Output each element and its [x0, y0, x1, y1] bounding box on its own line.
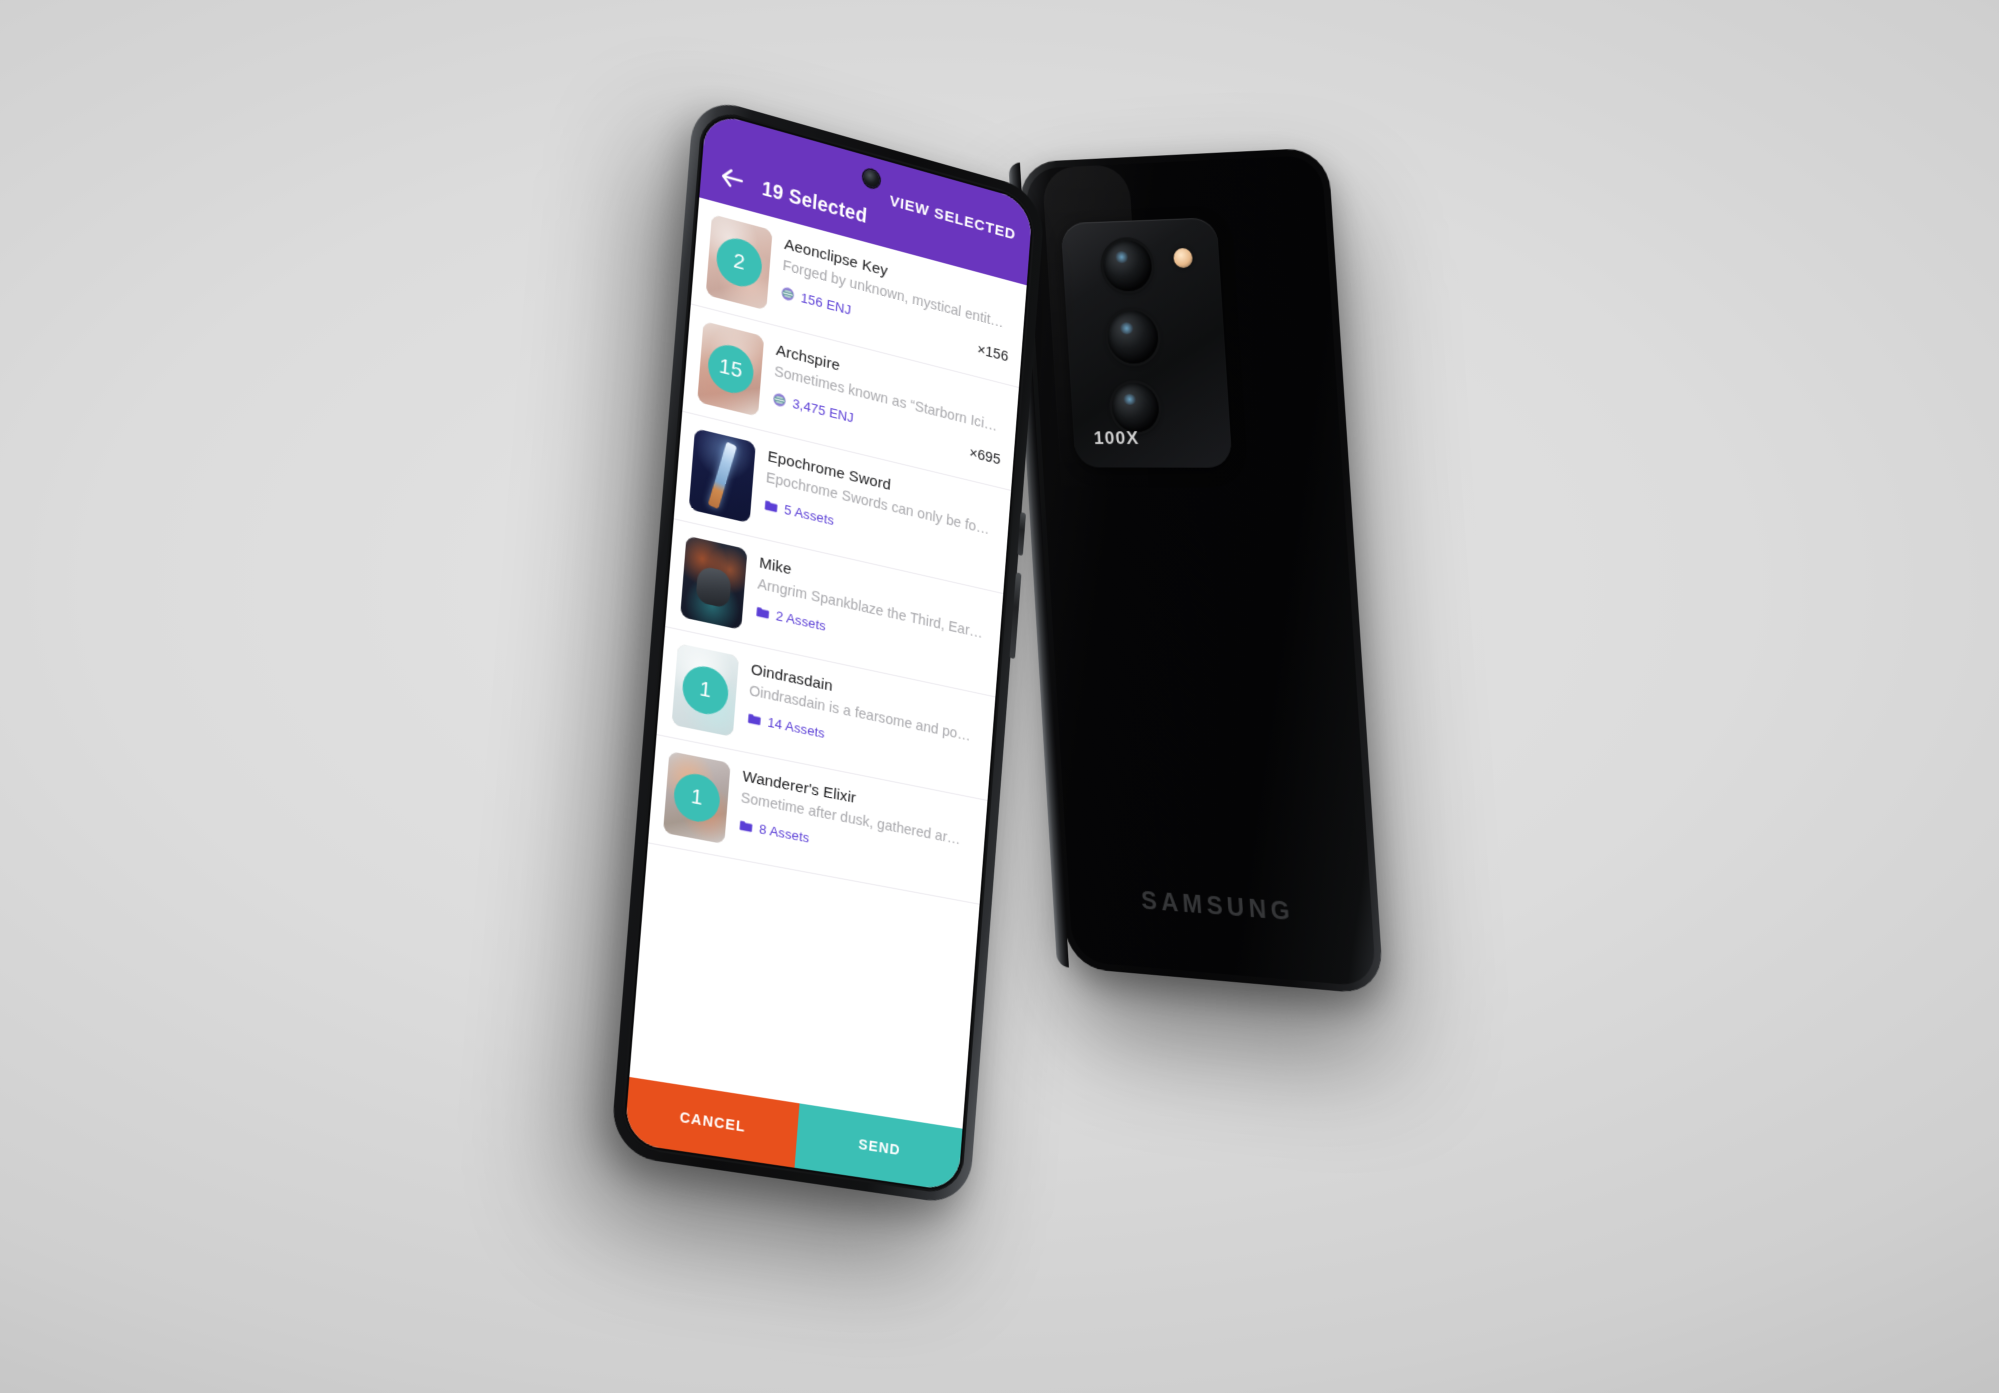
camera-module: 100X — [1060, 217, 1233, 468]
view-selected-button[interactable]: VIEW SELECTED — [889, 192, 1016, 244]
camera-zoom-label: 100X — [1093, 428, 1140, 449]
power-button[interactable] — [1009, 572, 1022, 660]
back-phone-device: 100X SAMSUNG — [1008, 147, 1385, 996]
volume-button[interactable] — [1017, 512, 1027, 557]
front-camera-punch-hole — [862, 167, 881, 190]
enj-coin-icon — [780, 286, 796, 303]
camera-lens-icon — [1106, 310, 1160, 364]
folder-icon — [756, 607, 770, 619]
front-phone-device: 19 Selected VIEW SELECTED 2 Aeonclipse K… — [609, 93, 1046, 1207]
camera-lens-icon — [1110, 382, 1161, 433]
item-meta-label: 14 Assets — [766, 714, 826, 742]
enj-coin-icon — [772, 392, 788, 408]
item-thumbnail: 1 — [671, 643, 740, 737]
item-meta-label: 2 Assets — [775, 608, 827, 635]
item-thumbnail: 15 — [697, 321, 765, 417]
item-artwork — [680, 535, 748, 630]
item-meta-label: 3,475 ENJ — [791, 395, 855, 426]
folder-icon — [764, 500, 778, 513]
camera-flash-icon — [1172, 247, 1194, 269]
item-thumbnail — [688, 428, 756, 524]
item-meta-label: 8 Assets — [758, 821, 810, 846]
camera-lens-icon — [1101, 239, 1154, 292]
item-meta-label: 5 Assets — [783, 501, 835, 529]
back-phone-glass: 100X SAMSUNG — [1024, 154, 1377, 988]
folder-icon — [747, 713, 761, 726]
selected-items-list: 2 Aeonclipse Key Forged by unknown, myst… — [629, 197, 1027, 1129]
phone-screen: 19 Selected VIEW SELECTED 2 Aeonclipse K… — [624, 110, 1034, 1192]
mockup-scene: 100X SAMSUNG 19 Selected VIEW SELECTED 2… — [0, 0, 1999, 1393]
item-thumbnail: 1 — [662, 751, 731, 845]
item-thumbnail — [680, 535, 748, 630]
back-arrow-icon[interactable] — [716, 159, 748, 197]
folder-icon — [739, 820, 753, 833]
phone-bezel: 19 Selected VIEW SELECTED 2 Aeonclipse K… — [619, 105, 1037, 1197]
item-meta-label: 156 ENJ — [800, 290, 852, 319]
samsung-brand-logo: SAMSUNG — [1140, 886, 1295, 927]
item-artwork — [688, 428, 756, 524]
item-thumbnail: 2 — [705, 214, 773, 311]
